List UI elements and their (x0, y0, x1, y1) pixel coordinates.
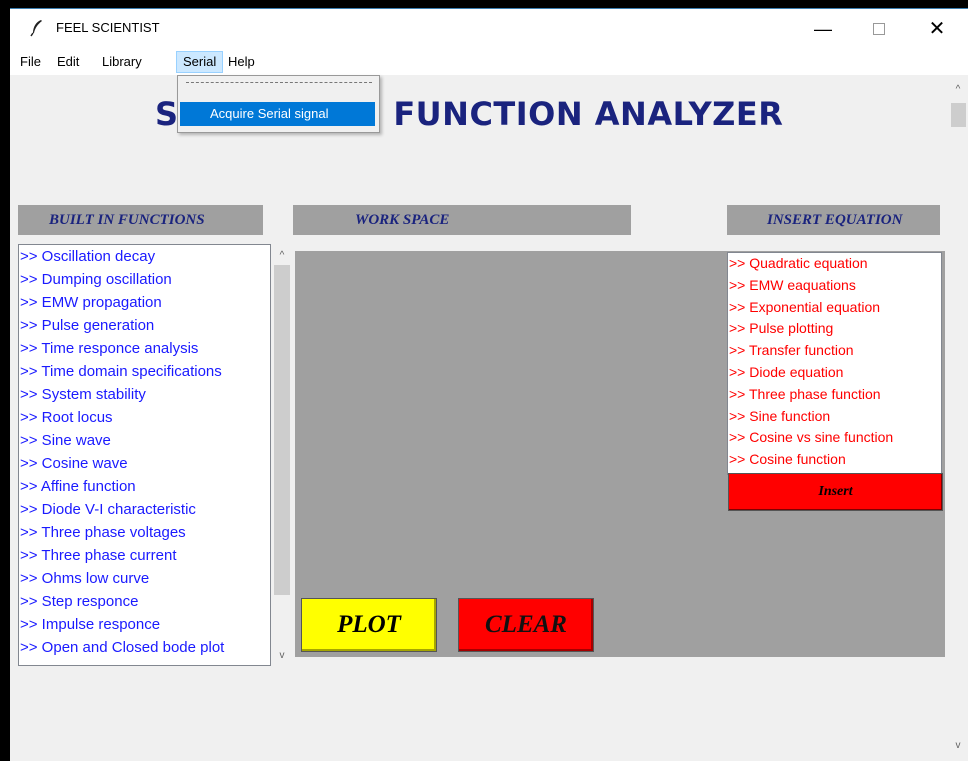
window-title: FEEL SCIENTIST (56, 20, 160, 35)
menu-bar: File Edit Library Serial Help (10, 49, 968, 75)
builtin-list-scrollbar[interactable]: ^ v (272, 245, 292, 665)
serial-dropdown-menu: Acquire Serial signal (177, 75, 380, 133)
plot-button[interactable]: PLOT (301, 598, 437, 652)
builtin-functions-list[interactable]: >> Oscillation decay >> Dumping oscillati… (18, 244, 271, 666)
close-button[interactable]: ✕ (914, 9, 960, 49)
list-item[interactable]: >> Impulse responce (19, 613, 270, 636)
list-item[interactable]: >> Affine function (19, 475, 270, 498)
list-item[interactable]: >> Cosine function (728, 449, 941, 471)
tearoff-line[interactable] (186, 82, 372, 83)
maximize-button[interactable] (856, 9, 902, 49)
menu-edit[interactable]: Edit (51, 52, 85, 72)
list-item[interactable]: >> Sine function (728, 406, 941, 428)
menu-serial[interactable]: Serial (176, 51, 224, 73)
close-icon: ✕ (928, 18, 946, 40)
list-item[interactable]: >> Exponential equation (728, 297, 941, 319)
list-item[interactable]: >> Ohms low curve (19, 567, 270, 590)
page-title-right: ) FUNCTION ANALYZER (366, 95, 784, 133)
menu-help[interactable]: Help (222, 52, 261, 72)
list-item[interactable]: >> Time responce analysis (19, 337, 270, 360)
menu-file[interactable]: File (14, 52, 47, 72)
chevron-down-icon[interactable]: v (272, 647, 292, 665)
list-item[interactable]: >> Three phase function (728, 384, 941, 406)
list-item[interactable]: >> EMW propagation (19, 291, 270, 314)
chevron-up-icon[interactable]: ^ (948, 81, 968, 99)
list-item[interactable]: >> Transfer function (728, 340, 941, 362)
list-item[interactable]: >> Diode equation (728, 362, 941, 384)
list-item[interactable]: >> Root locus (19, 406, 270, 429)
scroll-thumb[interactable] (951, 103, 966, 127)
chevron-up-icon[interactable]: ^ (272, 247, 292, 265)
insert-equation-list[interactable]: >> Quadratic equation >> EMW eaquations >>… (727, 252, 942, 475)
list-item[interactable]: >> Open and Closed bode plot (19, 636, 270, 659)
list-item[interactable]: >> System stability (19, 383, 270, 406)
insert-equation-header: INSERT EQUATION (727, 205, 940, 235)
list-item[interactable]: >> Cosine vs sine function (728, 427, 941, 449)
window-scrollbar[interactable]: ^ v (948, 75, 968, 761)
list-item[interactable]: >> Time domain specifications (19, 360, 270, 383)
chevron-down-icon[interactable]: v (948, 737, 968, 755)
scroll-thumb[interactable] (274, 265, 290, 595)
list-item[interactable]: >> Oscillation decay (19, 245, 270, 268)
list-item[interactable]: >> Diode V-I characteristic (19, 498, 270, 521)
menu-library[interactable]: Library (96, 52, 148, 72)
list-item[interactable]: >> Cosine wave (19, 452, 270, 475)
minimize-icon: — (814, 19, 832, 39)
list-item[interactable]: >> Pulse plotting (728, 318, 941, 340)
maximize-icon (873, 22, 885, 35)
app-window: FEEL SCIENTIST — ✕ File Edit Library Ser… (10, 8, 968, 761)
page-title-left: S (155, 95, 179, 133)
acquire-serial-signal-item[interactable]: Acquire Serial signal (180, 102, 375, 126)
feather-icon (30, 20, 42, 37)
list-item[interactable]: >> Quadratic equation (728, 253, 941, 275)
title-bar[interactable]: FEEL SCIENTIST — ✕ (10, 9, 968, 49)
list-item[interactable]: >> Three phase current (19, 544, 270, 567)
builtin-functions-header: BUILT IN FUNCTIONS (18, 205, 263, 235)
list-item[interactable]: >> Three phase voltages (19, 521, 270, 544)
insert-button[interactable]: Insert (728, 473, 943, 511)
list-item[interactable]: >> Dumping oscillation (19, 268, 270, 291)
list-item[interactable]: >> Sine wave (19, 429, 270, 452)
workspace-header: WORK SPACE (293, 205, 631, 235)
minimize-button[interactable]: — (800, 9, 846, 49)
list-item[interactable]: >> EMW eaquations (728, 275, 941, 297)
list-item[interactable]: >> Step responce (19, 590, 270, 613)
clear-button[interactable]: CLEAR (458, 598, 594, 652)
list-item[interactable]: >> Pulse generation (19, 314, 270, 337)
